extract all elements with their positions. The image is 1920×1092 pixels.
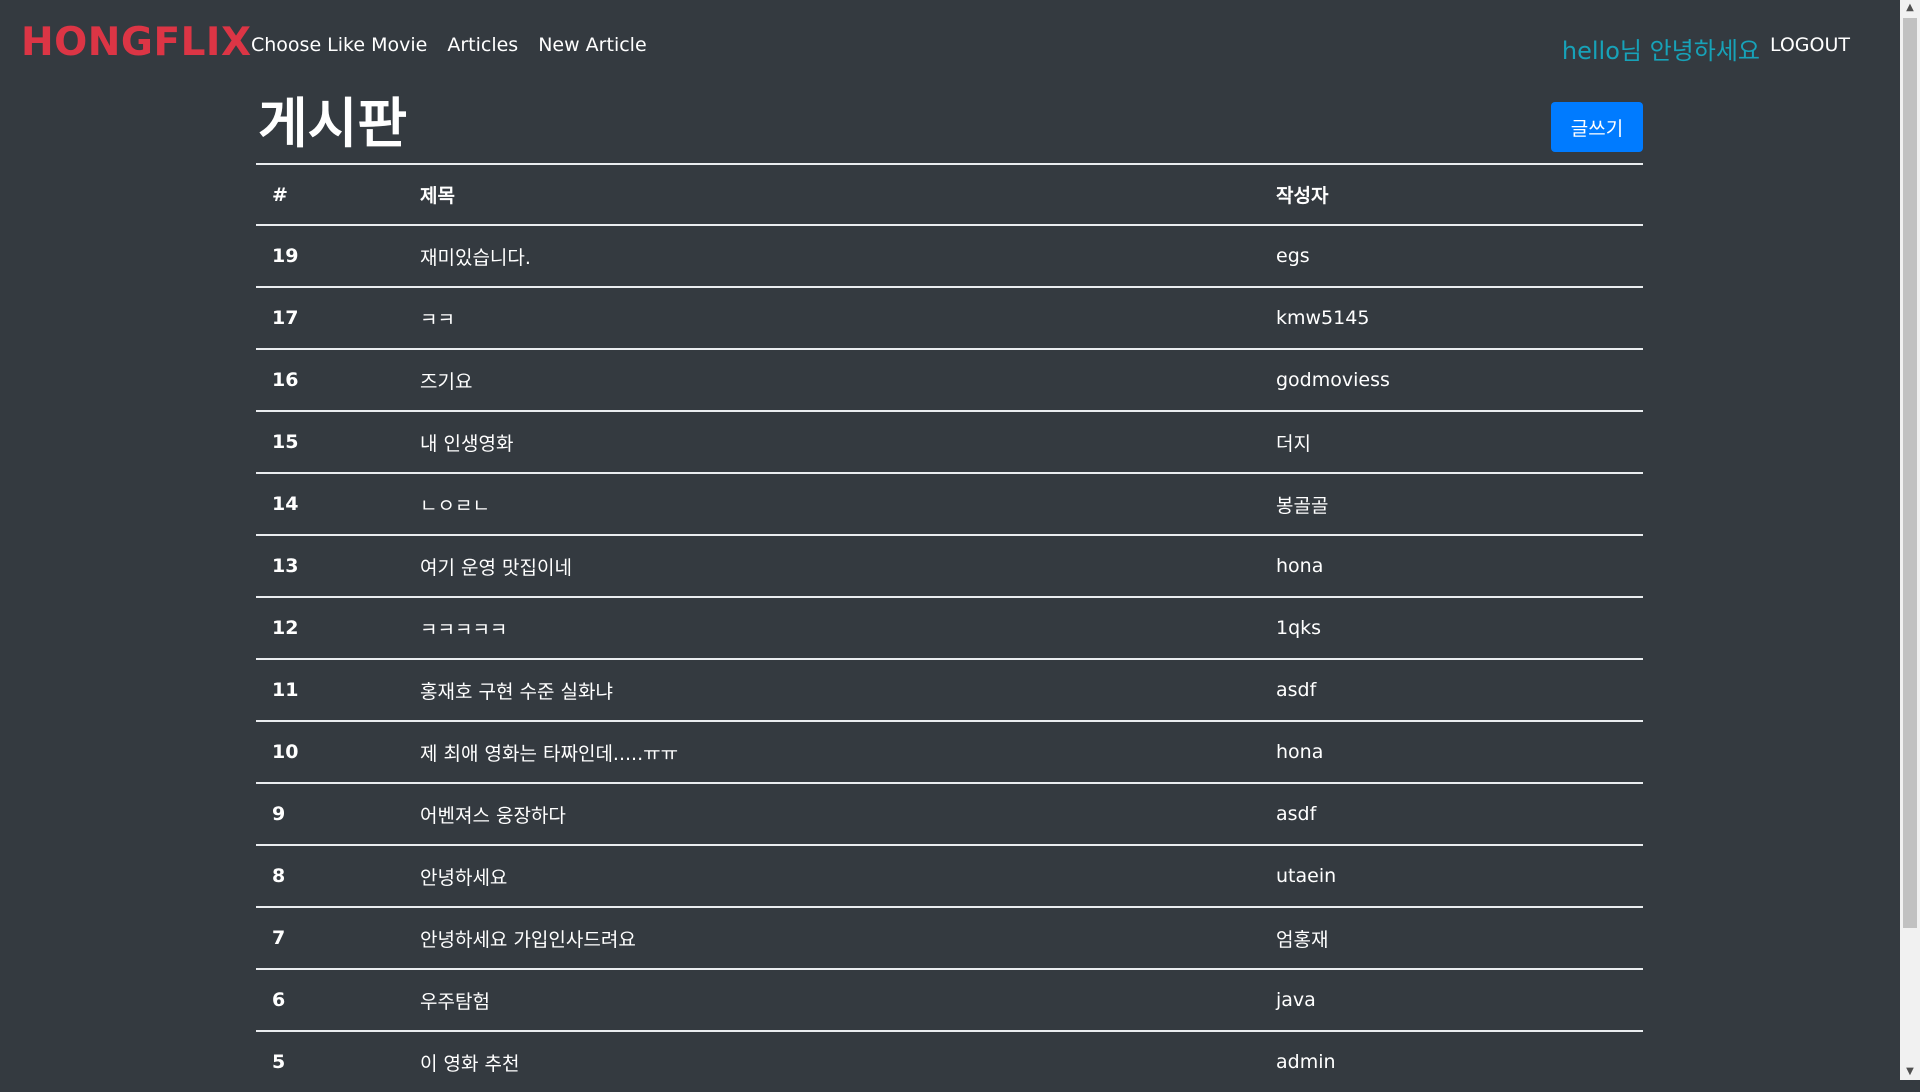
column-header-number: # (256, 163, 404, 225)
column-header-author: 작성자 (1260, 163, 1643, 225)
row-author: kmw5145 (1260, 286, 1643, 349)
row-number: 7 (256, 906, 404, 969)
row-title-link[interactable]: 내 인생영화 (404, 410, 1260, 473)
row-title-link[interactable]: 이 영화 추천 (404, 1030, 1260, 1092)
table-row[interactable]: 7 안녕하세요 가입인사드려요 엄홍재 (256, 906, 1643, 969)
articles-table: # 제목 작성자 19 재미있습니다. egs 17 ㅋㅋ kmw5145 16 즈기요 god… (256, 163, 1643, 1092)
row-author: 더지 (1260, 410, 1643, 473)
row-title-link[interactable]: ㅋㅋ (404, 286, 1260, 349)
row-title-link[interactable]: 안녕하세요 (404, 844, 1260, 907)
table-row[interactable]: 5이 영화 추천 admin (256, 1030, 1643, 1092)
row-author: asdf (1260, 658, 1643, 721)
row-number: 6 (256, 968, 404, 1031)
row-author: 봉골골 (1260, 472, 1643, 535)
row-title-link[interactable]: 어벤져스 웅장하다 (404, 782, 1260, 845)
table-row[interactable]: 10 제 최애 영화는 타짜인데.....ㅠㅠ hona (256, 720, 1643, 783)
column-header-title: 제목 (404, 163, 1260, 225)
row-number: 10 (256, 720, 404, 783)
row-title-link[interactable]: 재미있습니다. (404, 224, 1260, 287)
row-number: 16 (256, 348, 404, 411)
navbar: HONGFLIX Choose Like Movie Articles New … (0, 0, 1900, 92)
row-author: admin (1260, 1030, 1643, 1092)
table-row[interactable]: 16 즈기요 godmoviess (256, 348, 1643, 411)
nav-link-articles[interactable]: Articles (447, 34, 518, 56)
brand-logo[interactable]: HONGFLIX (21, 20, 252, 65)
scroll-up-arrow-icon[interactable]: ▲ (1900, 0, 1920, 16)
table-row[interactable]: 17 ㅋㅋ kmw5145 (256, 286, 1643, 349)
row-author: egs (1260, 224, 1643, 287)
write-article-button[interactable]: 글쓰기 (1551, 102, 1643, 152)
row-number: 17 (256, 286, 404, 349)
row-title-link[interactable]: ㄴㅇㄹㄴ (404, 472, 1260, 535)
table-row[interactable]: 13 여기 운영 맛집이네 hona (256, 534, 1643, 597)
row-number: 15 (256, 410, 404, 473)
row-number: 5 (256, 1030, 404, 1092)
vertical-scrollbar[interactable]: ▲ ▼ (1900, 0, 1920, 1080)
row-author: java (1260, 968, 1643, 1031)
row-author: 1qks (1260, 596, 1643, 659)
table-row[interactable]: 15 내 인생영화 더지 (256, 410, 1643, 473)
table-row[interactable]: 9 어벤져스 웅장하다 asdf (256, 782, 1643, 845)
row-number: 11 (256, 658, 404, 721)
row-number: 8 (256, 844, 404, 907)
row-number: 12 (256, 596, 404, 659)
nav-link-choose-like-movie[interactable]: Choose Like Movie (251, 34, 427, 56)
row-author: asdf (1260, 782, 1643, 845)
user-greeting: hello님 안녕하세요 (1561, 37, 1760, 65)
row-title-link[interactable]: 안녕하세요 가입인사드려요 (404, 906, 1260, 969)
row-author: godmoviess (1260, 348, 1643, 411)
row-title-link[interactable]: 즈기요 (404, 348, 1260, 411)
table-row[interactable]: 14 ㄴㅇㄹㄴ 봉골골 (256, 472, 1643, 535)
row-number: 19 (256, 224, 404, 287)
table-row[interactable]: 8 안녕하세요 utaein (256, 844, 1643, 907)
row-number: 9 (256, 782, 404, 845)
table-row[interactable]: 19 재미있습니다. egs (256, 224, 1643, 287)
row-author: hona (1260, 720, 1643, 783)
row-author: 엄홍재 (1260, 906, 1643, 969)
row-title-link[interactable]: 우주탐험 (404, 968, 1260, 1031)
logout-link[interactable]: LOGOUT (1770, 34, 1850, 56)
row-title-link[interactable]: 여기 운영 맛집이네 (404, 534, 1260, 597)
row-title-link[interactable]: 홍재호 구현 수준 실화냐 (404, 658, 1260, 721)
table-header-row: # 제목 작성자 (256, 163, 1643, 225)
nav-links: Choose Like Movie Articles New Article (251, 34, 667, 56)
scroll-down-arrow-icon[interactable]: ▼ (1900, 1064, 1920, 1080)
row-number: 13 (256, 534, 404, 597)
row-title-link[interactable]: 제 최애 영화는 타짜인데.....ㅠㅠ (404, 720, 1260, 783)
page-title: 게시판 (258, 92, 408, 155)
row-title-link[interactable]: ㅋㅋㅋㅋㅋ (404, 596, 1260, 659)
row-number: 14 (256, 472, 404, 535)
scrollbar-thumb[interactable] (1903, 18, 1917, 928)
table-row[interactable]: 6 우주탐험 java (256, 968, 1643, 1031)
row-author: hona (1260, 534, 1643, 597)
row-author: utaein (1260, 844, 1643, 907)
table-row[interactable]: 12 ㅋㅋㅋㅋㅋ 1qks (256, 596, 1643, 659)
nav-link-new-article[interactable]: New Article (538, 34, 646, 56)
table-row[interactable]: 11 홍재호 구현 수준 실화냐 asdf (256, 658, 1643, 721)
table-body: 19 재미있습니다. egs 17 ㅋㅋ kmw5145 16 즈기요 godmoviess 15… (256, 224, 1643, 1092)
